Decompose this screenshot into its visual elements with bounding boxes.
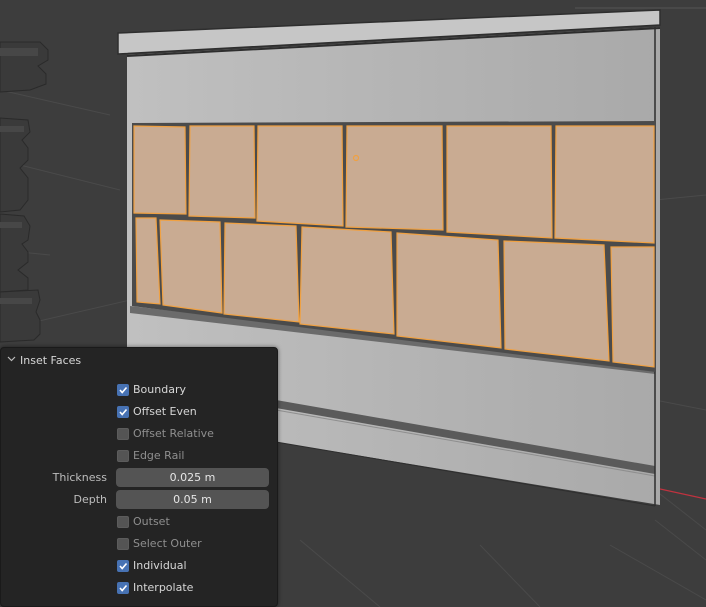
offset-relative-label: Offset Relative bbox=[133, 427, 214, 440]
offset-even-checkbox[interactable] bbox=[117, 406, 129, 418]
option-offset-relative[interactable]: Offset Relative bbox=[1, 424, 277, 444]
select-outer-label: Select Outer bbox=[133, 537, 202, 550]
thickness-label: Thickness bbox=[52, 471, 107, 484]
boundary-checkbox[interactable] bbox=[117, 384, 129, 396]
boundary-label: Boundary bbox=[133, 383, 186, 396]
option-interpolate[interactable]: Interpolate bbox=[1, 578, 277, 598]
individual-label: Individual bbox=[133, 559, 187, 572]
inset-faces-panel: Inset Faces Boundary Offset Even Offset … bbox=[0, 347, 278, 607]
chevron-down-icon[interactable] bbox=[7, 354, 17, 366]
depth-row: Depth 0.05 m bbox=[1, 490, 277, 510]
select-outer-checkbox[interactable] bbox=[117, 538, 129, 550]
outset-checkbox[interactable] bbox=[117, 516, 129, 528]
depth-field[interactable]: 0.05 m bbox=[116, 490, 269, 509]
edge-rail-label: Edge Rail bbox=[133, 449, 185, 462]
panel-header[interactable]: Inset Faces bbox=[7, 352, 81, 368]
option-offset-even[interactable]: Offset Even bbox=[1, 402, 277, 422]
individual-checkbox[interactable] bbox=[117, 560, 129, 572]
offset-relative-checkbox[interactable] bbox=[117, 428, 129, 440]
option-boundary[interactable]: Boundary bbox=[1, 380, 277, 400]
option-edge-rail[interactable]: Edge Rail bbox=[1, 446, 277, 466]
depth-label: Depth bbox=[73, 493, 107, 506]
option-select-outer[interactable]: Select Outer bbox=[1, 534, 277, 554]
option-outset[interactable]: Outset bbox=[1, 512, 277, 532]
interpolate-checkbox[interactable] bbox=[117, 582, 129, 594]
outset-label: Outset bbox=[133, 515, 170, 528]
option-individual[interactable]: Individual bbox=[1, 556, 277, 576]
interpolate-label: Interpolate bbox=[133, 581, 194, 594]
edge-rail-checkbox[interactable] bbox=[117, 450, 129, 462]
thickness-row: Thickness 0.025 m bbox=[1, 468, 277, 488]
offset-even-label: Offset Even bbox=[133, 405, 197, 418]
panel-title: Inset Faces bbox=[20, 353, 82, 367]
thickness-field[interactable]: 0.025 m bbox=[116, 468, 269, 487]
